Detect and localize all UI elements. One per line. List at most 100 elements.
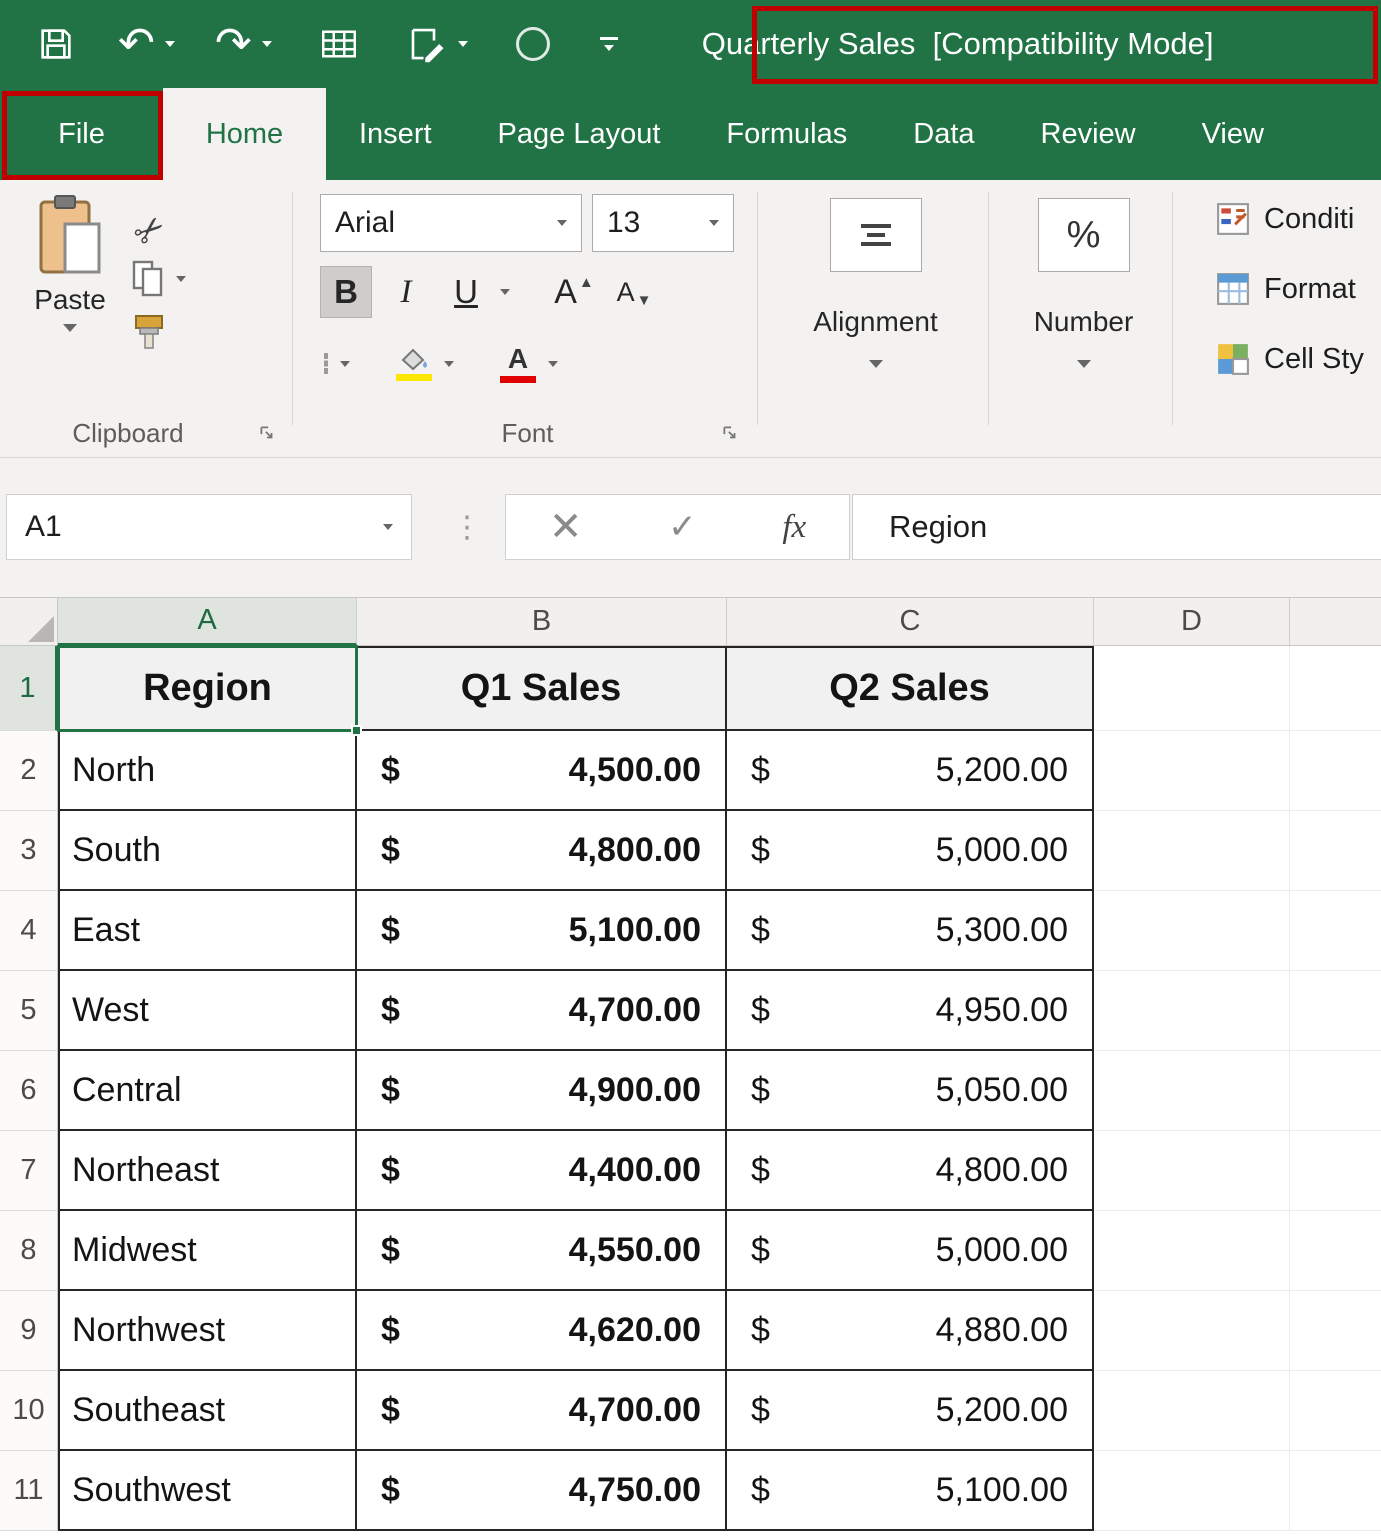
redo-dropdown[interactable] <box>262 12 272 76</box>
name-box[interactable]: A1 <box>6 494 412 560</box>
tab-formulas[interactable]: Formulas <box>693 88 880 180</box>
cell-q2-sales[interactable]: $ 5,200.00 <box>727 731 1094 811</box>
cell-region[interactable]: Northwest <box>58 1291 357 1371</box>
number-dropdown-arrow[interactable] <box>1077 360 1091 368</box>
cell-q1-sales[interactable]: $ 5,100.00 <box>357 891 727 971</box>
tab-data[interactable]: Data <box>880 88 1007 180</box>
insert-function-button[interactable]: fx <box>782 509 806 546</box>
sync-button[interactable] <box>516 12 550 76</box>
cell-empty[interactable] <box>1290 646 1381 731</box>
cell-empty[interactable] <box>1094 1131 1290 1211</box>
cell-empty[interactable] <box>1094 731 1290 811</box>
cell-empty[interactable] <box>1094 646 1290 731</box>
cancel-button[interactable]: ✕ <box>549 504 583 550</box>
cell-q2-sales[interactable]: $ 5,000.00 <box>727 1211 1094 1291</box>
tab-review[interactable]: Review <box>1008 88 1169 180</box>
customize-quick-access-button[interactable] <box>600 12 618 76</box>
number-format-button[interactable]: % <box>1038 198 1130 272</box>
cell-q1-sales[interactable]: $ 4,700.00 <box>357 1371 727 1451</box>
column-header-d[interactable]: D <box>1094 598 1290 646</box>
row-header[interactable]: 10 <box>0 1371 58 1451</box>
fill-color-dropdown-arrow[interactable] <box>444 361 454 367</box>
row-header[interactable]: 7 <box>0 1131 58 1211</box>
cell-empty[interactable] <box>1094 1371 1290 1451</box>
font-color-button[interactable]: A <box>500 345 536 383</box>
copy-button[interactable] <box>132 260 186 298</box>
font-name-combobox[interactable]: Arial <box>320 194 582 252</box>
cell-region[interactable]: Southwest <box>58 1451 357 1531</box>
cell-empty[interactable] <box>1290 1051 1381 1131</box>
cell-region[interactable]: Northeast <box>58 1131 357 1211</box>
column-header-partial[interactable] <box>1290 598 1381 646</box>
cell-q1-sales[interactable]: $ 4,500.00 <box>357 731 727 811</box>
formula-input[interactable]: Region <box>852 494 1381 560</box>
borders-button[interactable] <box>324 355 328 373</box>
cell-empty[interactable] <box>1094 1211 1290 1291</box>
cell-region[interactable]: East <box>58 891 357 971</box>
underline-button[interactable]: U <box>440 266 492 318</box>
fill-handle[interactable] <box>351 725 362 736</box>
cell-q1-sales[interactable]: $ 4,900.00 <box>357 1051 727 1131</box>
tab-file[interactable]: File <box>0 88 163 180</box>
cell-q2-sales[interactable]: $ 5,000.00 <box>727 811 1094 891</box>
select-all-button[interactable] <box>0 598 58 646</box>
column-header-a[interactable]: A <box>58 598 357 646</box>
tab-view[interactable]: View <box>1169 88 1297 180</box>
column-header-b[interactable]: B <box>357 598 727 646</box>
clipboard-dialog-launcher[interactable] <box>258 424 276 447</box>
cell-empty[interactable] <box>1094 1451 1290 1531</box>
row-header[interactable]: 11 <box>0 1451 58 1531</box>
cell-q2-sales[interactable]: $ 5,300.00 <box>727 891 1094 971</box>
row-header[interactable]: 8 <box>0 1211 58 1291</box>
row-header[interactable]: 4 <box>0 891 58 971</box>
copy-dropdown-arrow[interactable] <box>176 276 186 282</box>
cell-empty[interactable] <box>1290 1451 1381 1531</box>
cell-q2-sales[interactable]: $ 5,200.00 <box>727 1371 1094 1451</box>
undo-dropdown[interactable] <box>165 12 175 76</box>
cell-empty[interactable] <box>1290 1291 1381 1371</box>
cell-region[interactable]: West <box>58 971 357 1051</box>
paste-button[interactable]: Paste <box>22 194 118 332</box>
cell-b1[interactable]: Q1 Sales <box>357 646 727 731</box>
font-size-combobox[interactable]: 13 <box>592 194 734 252</box>
row-header[interactable]: 3 <box>0 811 58 891</box>
cell-empty[interactable] <box>1094 811 1290 891</box>
cell-region[interactable]: South <box>58 811 357 891</box>
fill-color-button[interactable] <box>396 347 432 381</box>
alignment-dropdown-arrow[interactable] <box>869 360 883 368</box>
italic-button[interactable]: I <box>380 266 432 318</box>
table-tool-button[interactable] <box>318 12 360 76</box>
cell-region[interactable]: Central <box>58 1051 357 1131</box>
borders-dropdown-arrow[interactable] <box>340 361 350 367</box>
selected-cell-a1[interactable]: Region <box>58 646 357 731</box>
cell-q2-sales[interactable]: $ 4,800.00 <box>727 1131 1094 1211</box>
cell-empty[interactable] <box>1094 1051 1290 1131</box>
column-header-c[interactable]: C <box>727 598 1094 646</box>
conditional-formatting-button[interactable]: Conditi <box>1216 202 1354 236</box>
cell-region[interactable]: Midwest <box>58 1211 357 1291</box>
tab-page-layout[interactable]: Page Layout <box>465 88 694 180</box>
cell-empty[interactable] <box>1094 971 1290 1051</box>
cell-empty[interactable] <box>1290 891 1381 971</box>
row-header[interactable]: 9 <box>0 1291 58 1371</box>
cell-region[interactable]: Southeast <box>58 1371 357 1451</box>
cell-region[interactable]: North <box>58 731 357 811</box>
row-header-1[interactable]: 1 <box>0 646 58 731</box>
cell-q1-sales[interactable]: $ 4,620.00 <box>357 1291 727 1371</box>
cell-empty[interactable] <box>1290 1131 1381 1211</box>
cell-q1-sales[interactable]: $ 4,700.00 <box>357 971 727 1051</box>
row-header[interactable]: 6 <box>0 1051 58 1131</box>
underline-dropdown-arrow[interactable] <box>500 289 510 295</box>
decrease-font-size-button[interactable]: A▼ <box>608 266 660 318</box>
enter-button[interactable]: ✓ <box>668 507 697 547</box>
name-box-dropdown-arrow[interactable] <box>383 524 393 530</box>
edit-tool-button[interactable] <box>406 12 448 76</box>
format-as-table-button[interactable]: Format <box>1216 272 1356 306</box>
cell-q1-sales[interactable]: $ 4,800.00 <box>357 811 727 891</box>
cell-empty[interactable] <box>1290 1211 1381 1291</box>
paste-dropdown-arrow[interactable] <box>63 324 77 332</box>
cell-c1[interactable]: Q2 Sales <box>727 646 1094 731</box>
alignment-button[interactable] <box>830 198 922 272</box>
cell-empty[interactable] <box>1290 1371 1381 1451</box>
redo-button[interactable]: ↷ <box>215 12 252 76</box>
